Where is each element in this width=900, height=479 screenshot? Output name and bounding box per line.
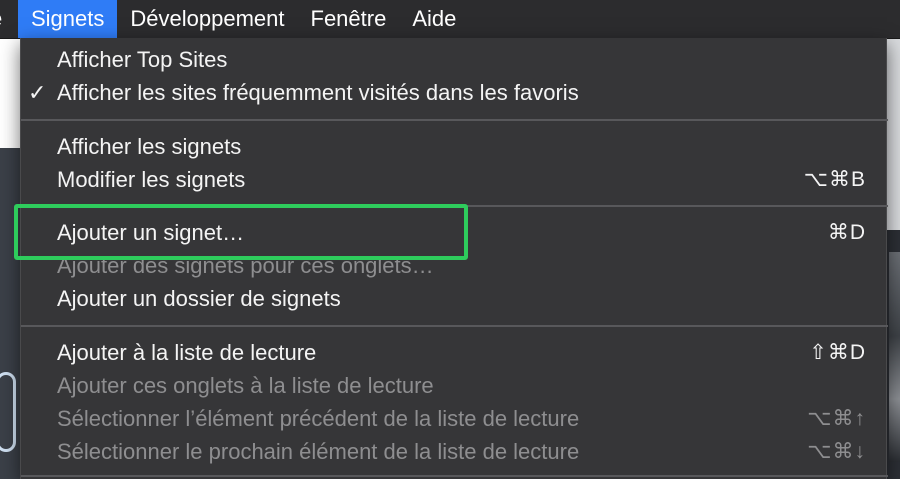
highlight-annotation bbox=[14, 204, 468, 260]
menu-item-element-precedent: Sélectionner l’élément précédent de la l… bbox=[21, 402, 888, 435]
background-image bbox=[889, 252, 900, 462]
background-logo bbox=[0, 372, 16, 452]
menu-signets[interactable]: Signets bbox=[18, 0, 118, 38]
menu-separator bbox=[21, 325, 888, 327]
shortcut-option-command-up: ⌥⌘↑ bbox=[807, 407, 866, 430]
menu-item-modifier-signets[interactable]: Modifier les signets ⌥⌘B bbox=[21, 163, 888, 196]
menu-item-element-suivant: Sélectionner le prochain élément de la l… bbox=[21, 435, 888, 468]
menu-item-ajouter-onglets-liste: Ajouter ces onglets à la liste de lectur… bbox=[21, 369, 888, 402]
menu-separator bbox=[21, 475, 888, 477]
menu-item-label: Ajouter un dossier de signets bbox=[57, 286, 341, 311]
menu-aide[interactable]: Aide bbox=[399, 0, 469, 38]
menu-item-label: Afficher les signets bbox=[57, 134, 242, 159]
menu-item-afficher-signets[interactable]: Afficher les signets bbox=[21, 130, 888, 163]
checkmark-icon: ✓ bbox=[28, 80, 47, 105]
menu-separator bbox=[21, 119, 888, 121]
menu-item-label: Sélectionner le prochain élément de la l… bbox=[57, 439, 580, 464]
menu-item-ajouter-dossier[interactable]: Ajouter un dossier de signets bbox=[21, 282, 888, 315]
menu-item-label: Modifier les signets bbox=[57, 167, 246, 192]
shortcut-shift-command-d: ⇧⌘D bbox=[809, 341, 866, 364]
shortcut-option-command-b: ⌥⌘B bbox=[803, 168, 866, 191]
menu-item-label: Ajouter ces onglets à la liste de lectur… bbox=[57, 373, 434, 398]
menu-fenetre[interactable]: Fenêtre bbox=[298, 0, 400, 38]
shortcut-option-command-down: ⌥⌘↓ bbox=[807, 440, 866, 463]
menu-item-afficher-top-sites[interactable]: Afficher Top Sites bbox=[21, 43, 888, 76]
menu-item-label: Afficher les sites fréquemment visités d… bbox=[57, 80, 579, 105]
menu-item-label: Afficher Top Sites bbox=[57, 47, 228, 72]
menu-edition[interactable]: e bbox=[0, 0, 18, 38]
shortcut-command-d: ⌘D bbox=[827, 221, 866, 244]
menu-item-label: Sélectionner l’élément précédent de la l… bbox=[57, 406, 580, 431]
menu-item-label: Ajouter à la liste de lecture bbox=[57, 340, 317, 365]
menu-bar: e Signets Développement Fenêtre Aide bbox=[0, 0, 900, 39]
menu-item-sites-frequents[interactable]: ✓ Afficher les sites fréquemment visités… bbox=[21, 76, 888, 109]
menu-developpement[interactable]: Développement bbox=[117, 0, 297, 38]
menu-item-ajouter-liste-lecture[interactable]: Ajouter à la liste de lecture ⇧⌘D bbox=[21, 336, 888, 369]
